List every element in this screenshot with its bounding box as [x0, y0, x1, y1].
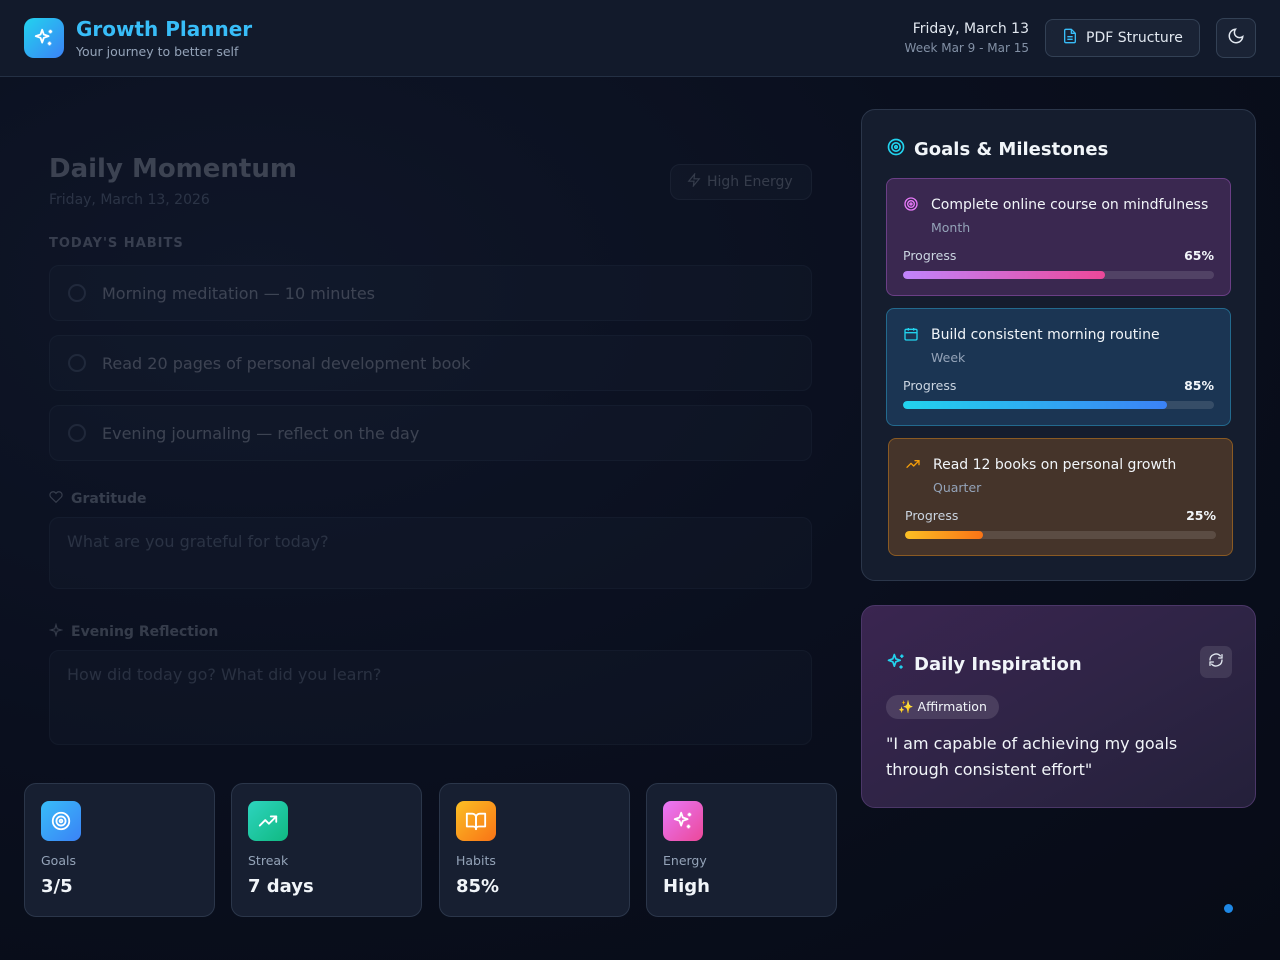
refresh-icon	[1208, 652, 1224, 672]
sparkle-icon	[48, 622, 64, 641]
progress-fill	[905, 531, 983, 539]
habit-checkbox[interactable]	[68, 424, 86, 442]
momentum-date: Friday, March 13, 2026	[49, 192, 210, 208]
pdf-structure-label: PDF Structure	[1086, 30, 1183, 46]
calendar-icon	[903, 326, 919, 346]
goal-percent: 25%	[1186, 508, 1216, 523]
goal-name: Read 12 books on personal growth	[933, 457, 1177, 473]
stat-card-streak: Streak 7 days	[231, 783, 422, 917]
stat-label: Goals	[41, 853, 76, 868]
stat-value: 3/5	[41, 876, 73, 897]
goal-card[interactable]: Complete online course on mindfulness Mo…	[886, 178, 1231, 296]
goal-card[interactable]: Read 12 books on personal growth Quarter…	[888, 438, 1233, 556]
daily-momentum-panel: Daily Momentum Friday, March 13, 2026 Hi…	[24, 130, 836, 760]
sparkles-icon	[886, 652, 906, 677]
app-subtitle: Your journey to better self	[76, 44, 239, 59]
stat-label: Habits	[456, 853, 496, 868]
gratitude-heading: Gratitude	[49, 490, 147, 508]
stat-card-goals: Goals 3/5	[24, 783, 215, 917]
energy-label: High Energy	[707, 174, 793, 190]
refresh-button[interactable]	[1200, 646, 1232, 678]
goal-name: Build consistent morning routine	[931, 327, 1160, 343]
stat-card-habits: Habits 85%	[439, 783, 630, 917]
habits-heading: TODAY'S HABITS	[49, 236, 184, 251]
target-icon	[903, 196, 919, 216]
progress-fill	[903, 401, 1168, 409]
momentum-title: Daily Momentum	[49, 154, 297, 184]
target-icon	[41, 801, 81, 841]
goal-card[interactable]: Build consistent morning routine Week Pr…	[886, 308, 1231, 426]
habit-item[interactable]: Read 20 pages of personal development bo…	[49, 335, 812, 391]
goal-name: Complete online course on mindfulness	[931, 197, 1209, 213]
trending-up-icon	[905, 456, 921, 476]
reflection-heading: Evening Reflection	[48, 622, 219, 641]
stat-value: 7 days	[248, 876, 314, 897]
trending-up-icon	[248, 801, 288, 841]
habit-label: Morning meditation — 10 minutes	[102, 283, 375, 303]
habit-label: Read 20 pages of personal development bo…	[102, 353, 471, 373]
gratitude-input[interactable]: What are you grateful for today?	[49, 517, 812, 589]
gratitude-label: Gratitude	[71, 491, 147, 507]
document-icon	[1062, 28, 1078, 48]
habit-label: Evening journaling — reflect on the day	[102, 423, 420, 443]
reflection-input[interactable]: How did today go? What did you learn?	[49, 650, 812, 745]
app-title: Growth Planner	[76, 17, 253, 41]
progress-fill	[903, 271, 1106, 279]
heart-icon	[49, 490, 63, 508]
inspiration-title: Daily Inspiration	[914, 654, 1082, 675]
current-week: Week Mar 9 - Mar 15	[904, 41, 1029, 55]
stat-label: Streak	[248, 853, 289, 868]
progress-label: Progress	[905, 508, 959, 523]
daily-inspiration-panel: Daily Inspiration ✨ Affirmation "I am ca…	[861, 605, 1256, 808]
reflection-label: Evening Reflection	[71, 624, 219, 640]
goal-period: Week	[931, 350, 966, 365]
habit-item[interactable]: Morning meditation — 10 minutes	[49, 265, 812, 321]
sparkles-icon	[663, 801, 703, 841]
energy-level-button[interactable]: High Energy	[670, 164, 812, 200]
goal-percent: 85%	[1184, 378, 1214, 393]
habit-item[interactable]: Evening journaling — reflect on the day	[49, 405, 812, 461]
goal-period: Month	[931, 220, 971, 235]
progress-track	[903, 401, 1214, 409]
stat-value: 85%	[456, 876, 500, 897]
stat-label: Energy	[663, 853, 707, 868]
current-date: Friday, March 13	[912, 21, 1029, 37]
goals-title: Goals & Milestones	[914, 139, 1109, 160]
stat-value: High	[663, 876, 710, 897]
moon-icon	[1227, 27, 1245, 49]
progress-label: Progress	[903, 378, 957, 393]
sparkles-logo-icon	[24, 18, 64, 58]
book-icon	[456, 801, 496, 841]
habit-checkbox[interactable]	[68, 354, 86, 372]
affirmation-chip: ✨ Affirmation	[886, 695, 999, 719]
progress-track	[905, 531, 1216, 539]
status-dot	[1224, 904, 1233, 913]
target-icon	[886, 137, 906, 162]
goal-percent: 65%	[1184, 248, 1214, 263]
theme-toggle-button[interactable]	[1216, 18, 1256, 58]
progress-label: Progress	[903, 248, 957, 263]
stat-card-energy: Energy High	[646, 783, 837, 917]
progress-track	[903, 271, 1214, 279]
inspiration-heading: Daily Inspiration	[886, 652, 1082, 677]
app-header: Growth Planner Your journey to better se…	[0, 0, 1280, 77]
goals-heading: Goals & Milestones	[886, 137, 1108, 162]
goals-panel: Goals & Milestones Complete online cours…	[861, 109, 1256, 581]
habit-checkbox[interactable]	[68, 284, 86, 302]
zap-icon	[687, 172, 701, 191]
pdf-structure-button[interactable]: PDF Structure	[1045, 19, 1200, 57]
goal-period: Quarter	[933, 480, 982, 495]
inspiration-quote: "I am capable of achieving my goals thro…	[886, 734, 1178, 779]
